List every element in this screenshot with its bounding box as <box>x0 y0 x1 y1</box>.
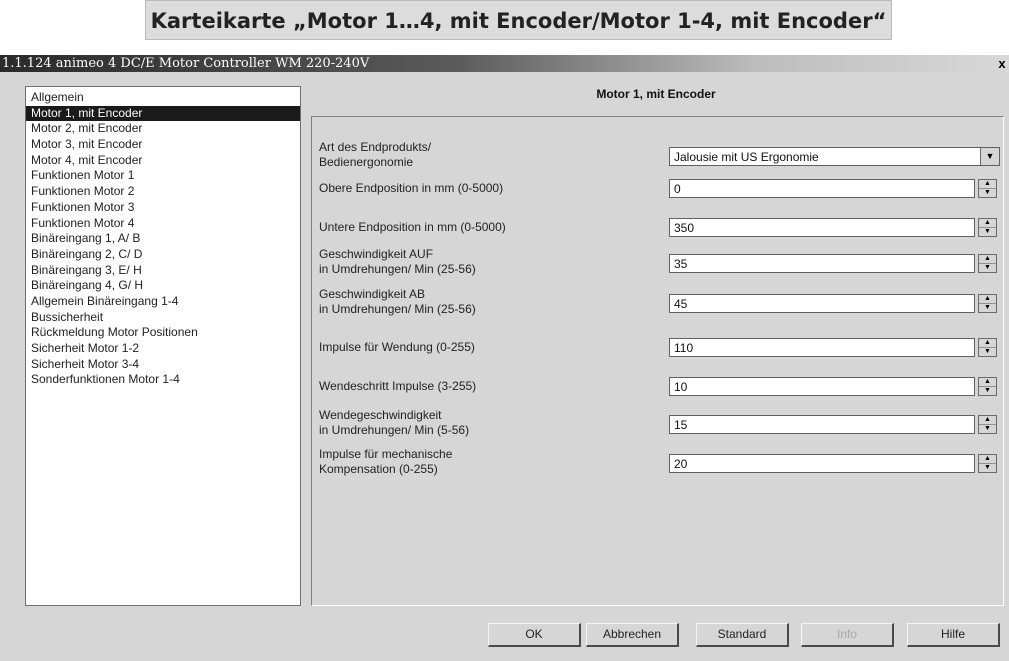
param-label: Wendegeschwindigkeit in Umdrehungen/ Min… <box>319 408 470 437</box>
close-icon[interactable]: x <box>995 56 1009 71</box>
spin-down-icon[interactable]: ▼ <box>979 264 996 272</box>
cancel-button[interactable]: Abbrechen <box>586 623 679 647</box>
parameter-tab-list: Allgemein Motor 1, mit Encoder Motor 2, mi… <box>25 86 301 606</box>
nav-item[interactable]: Rückmeldung Motor Positionen <box>26 325 300 341</box>
nav-item[interactable]: Sicherheit Motor 3-4 <box>26 357 300 373</box>
spin-up-icon[interactable]: ▲ <box>979 295 996 304</box>
param-value: 45 <box>674 297 688 311</box>
spin-control[interactable]: ▲ ▼ <box>978 179 997 198</box>
figure-caption: Karteikarte „Motor 1…4, mit Encoder/Moto… <box>145 0 892 40</box>
spin-down-icon[interactable]: ▼ <box>979 189 996 197</box>
nav-item[interactable]: Sicherheit Motor 1-2 <box>26 341 300 357</box>
spin-up-icon[interactable]: ▲ <box>979 416 996 425</box>
param-label: Obere Endposition in mm (0-5000) <box>319 181 504 195</box>
param-value: 20 <box>674 457 688 471</box>
param-input[interactable]: 20 <box>669 454 975 473</box>
spin-down-icon[interactable]: ▼ <box>979 464 996 472</box>
param-label: Geschwindigkeit AB in Umdrehungen/ Min (… <box>319 287 476 316</box>
spin-control[interactable]: ▲ ▼ <box>978 377 997 396</box>
param-value: 0 <box>674 182 681 196</box>
spin-down-icon[interactable]: ▼ <box>979 387 996 395</box>
spin-down-icon[interactable]: ▼ <box>979 228 996 236</box>
product-type-select[interactable]: Jalousie mit US Ergonomie ▼ <box>669 147 1000 166</box>
nav-item[interactable]: Motor 4, mit Encoder <box>26 153 300 169</box>
spin-control[interactable]: ▲ ▼ <box>978 294 997 313</box>
spin-control[interactable]: ▲ ▼ <box>978 415 997 434</box>
spin-control[interactable]: ▲ ▼ <box>978 218 997 237</box>
param-input[interactable]: 350 <box>669 218 975 237</box>
spin-control[interactable]: ▲ ▼ <box>978 254 997 273</box>
param-input[interactable]: 0 <box>669 179 975 198</box>
spin-down-icon[interactable]: ▼ <box>979 304 996 312</box>
info-button: Info <box>801 623 894 647</box>
param-label: Impulse für Wendung (0-255) <box>319 340 475 354</box>
param-value: 110 <box>674 341 694 355</box>
dialog-window: 1.1.124 animeo 4 DC/E Motor Controller W… <box>0 55 1009 661</box>
param-input[interactable]: 110 <box>669 338 975 357</box>
nav-item[interactable]: Funktionen Motor 1 <box>26 168 300 184</box>
param-label: Geschwindigkeit AUF in Umdrehungen/ Min … <box>319 247 476 276</box>
chevron-down-icon[interactable]: ▼ <box>980 148 999 165</box>
spin-up-icon[interactable]: ▲ <box>979 180 996 189</box>
spin-down-icon[interactable]: ▼ <box>979 348 996 356</box>
page-title: Motor 1, mit Encoder <box>596 87 716 101</box>
spin-down-icon[interactable]: ▼ <box>979 425 996 433</box>
nav-item[interactable]: Funktionen Motor 3 <box>26 200 300 216</box>
param-value: 10 <box>674 380 688 394</box>
spin-up-icon[interactable]: ▲ <box>979 378 996 387</box>
nav-item[interactable]: Binäreingang 3, E/ H <box>26 263 300 279</box>
nav-item[interactable]: Funktionen Motor 2 <box>26 184 300 200</box>
window-title: 1.1.124 animeo 4 DC/E Motor Controller W… <box>2 56 370 71</box>
nav-item[interactable]: Sonderfunktionen Motor 1-4 <box>26 372 300 388</box>
param-label: Art des Endprodukts/ Bedienergonomie <box>319 140 432 169</box>
param-value: 35 <box>674 257 688 271</box>
select-value: Jalousie mit US Ergonomie <box>674 150 819 164</box>
nav-item[interactable]: Bussicherheit <box>26 310 300 326</box>
spin-control[interactable]: ▲ ▼ <box>978 338 997 357</box>
param-label: Wendeschritt Impulse (3-255) <box>319 379 477 393</box>
param-value: 15 <box>674 418 688 432</box>
nav-item[interactable]: Motor 3, mit Encoder <box>26 137 300 153</box>
param-input[interactable]: 15 <box>669 415 975 434</box>
param-value: 350 <box>674 221 695 235</box>
spin-up-icon[interactable]: ▲ <box>979 255 996 264</box>
nav-item[interactable]: Allgemein Binäreingang 1-4 <box>26 294 300 310</box>
spin-up-icon[interactable]: ▲ <box>979 455 996 464</box>
spin-up-icon[interactable]: ▲ <box>979 219 996 228</box>
param-label: Untere Endposition in mm (0-5000) <box>319 220 506 234</box>
param-input[interactable]: 10 <box>669 377 975 396</box>
help-button[interactable]: Hilfe <box>907 623 1000 647</box>
param-label: Impulse für mechanische Kompensation (0-… <box>319 447 453 476</box>
nav-item[interactable]: Binäreingang 1, A/ B <box>26 231 300 247</box>
nav-item[interactable]: Binäreingang 2, C/ D <box>26 247 300 263</box>
ok-button[interactable]: OK <box>488 623 581 647</box>
spin-up-icon[interactable]: ▲ <box>979 339 996 348</box>
standard-button[interactable]: Standard <box>696 623 789 647</box>
nav-item[interactable]: Motor 1, mit Encoder <box>26 105 300 122</box>
param-input[interactable]: 45 <box>669 294 975 313</box>
param-input[interactable]: 35 <box>669 254 975 273</box>
nav-item[interactable]: Binäreingang 4, G/ H <box>26 278 300 294</box>
nav-item[interactable]: Funktionen Motor 4 <box>26 216 300 232</box>
nav-item[interactable]: Allgemein <box>26 90 300 106</box>
nav-item[interactable]: Motor 2, mit Encoder <box>26 121 300 137</box>
title-bar: 1.1.124 animeo 4 DC/E Motor Controller W… <box>0 55 1009 72</box>
spin-control[interactable]: ▲ ▼ <box>978 454 997 473</box>
